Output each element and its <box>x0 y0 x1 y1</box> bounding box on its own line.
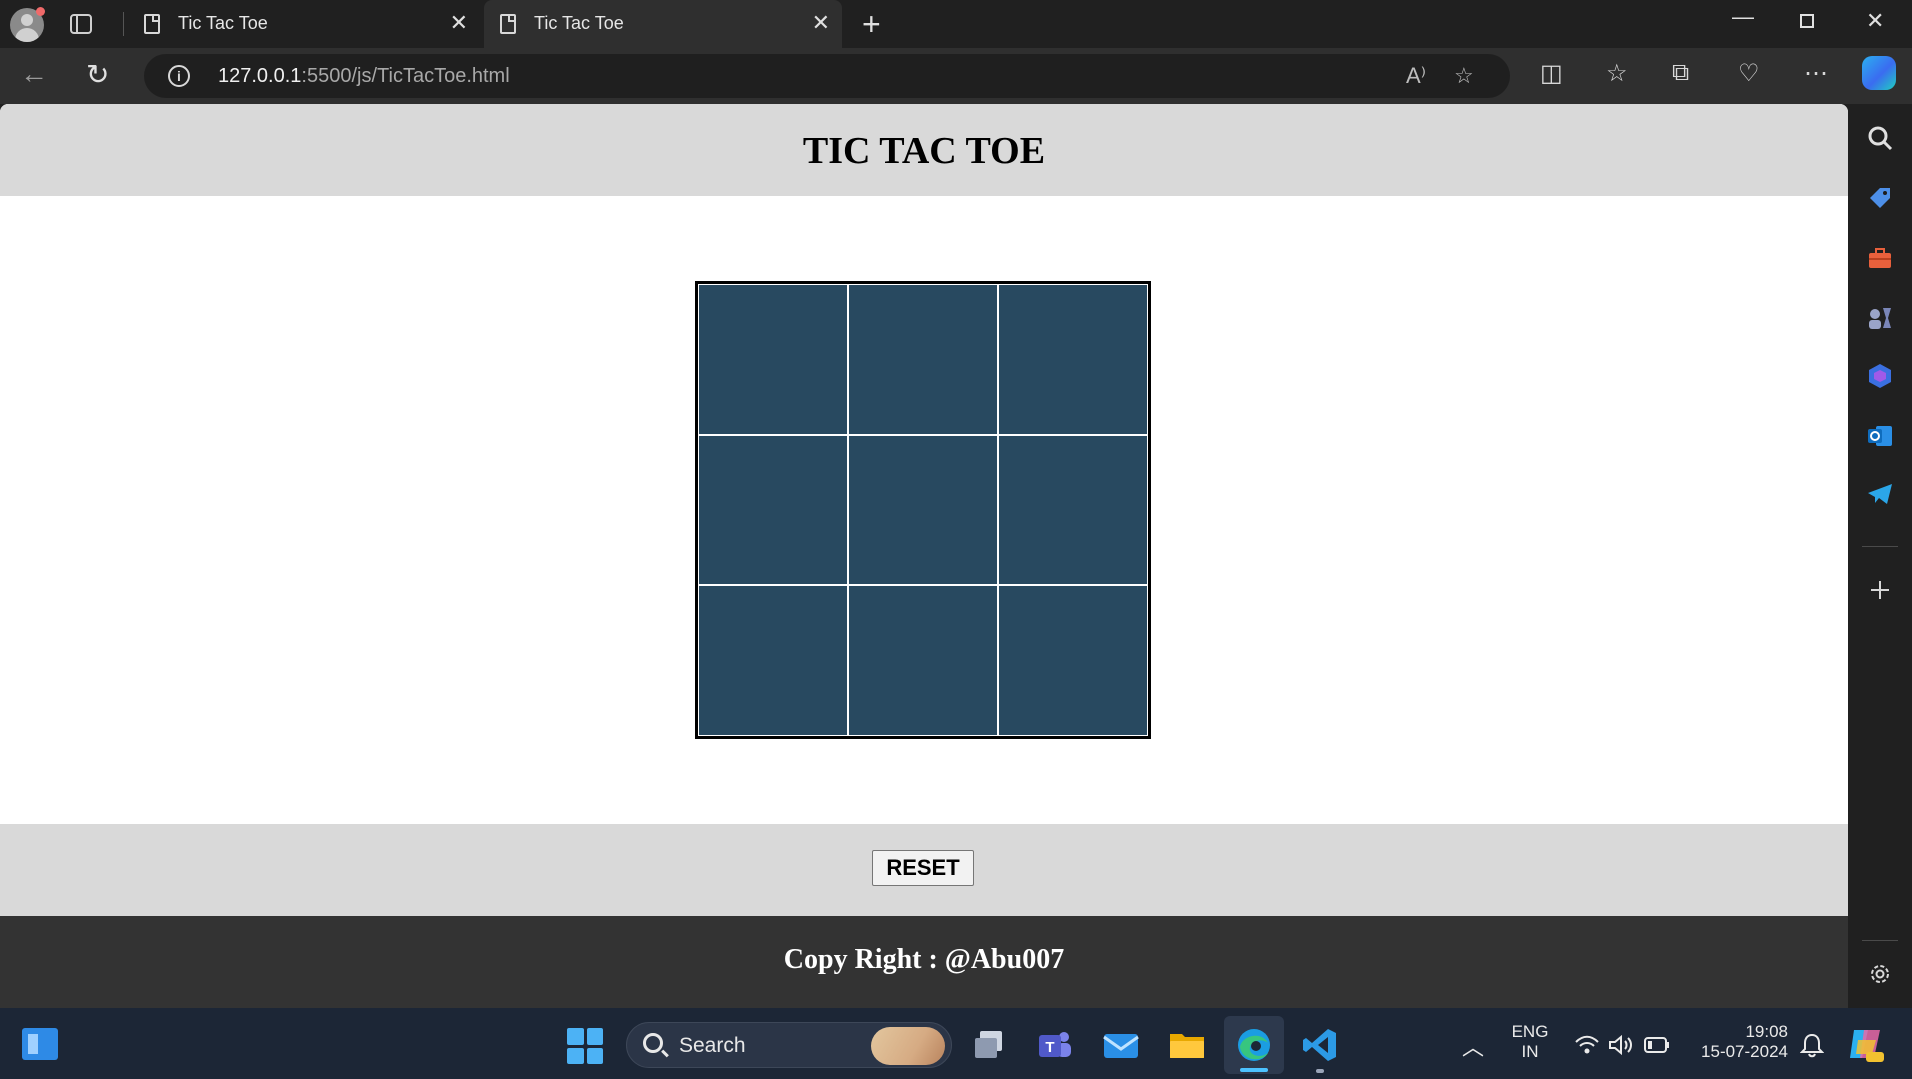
browser-tab-strip: Tic Tac Toe ✕ Tic Tac Toe ✕ + — ✕ <box>0 0 1912 48</box>
page-document-icon <box>144 14 160 34</box>
tab-actions-icon[interactable] <box>70 14 92 34</box>
tab-title: Tic Tac Toe <box>534 13 624 33</box>
teams-icon[interactable]: T <box>1035 1025 1075 1065</box>
mail-icon[interactable] <box>1101 1025 1141 1065</box>
volume-icon[interactable] <box>1608 1034 1634 1056</box>
search-label: Search <box>679 1034 746 1057</box>
start-button-windows-icon[interactable] <box>567 1028 603 1064</box>
browser-toolbar: ← ↻ i 127.0.0.1:5500/js/TicTacToe.html A… <box>0 48 1912 104</box>
clock-time: 19:08 <box>1745 1022 1788 1041</box>
page-header: TIC TAC TOE <box>0 104 1848 196</box>
profile-notification-dot <box>36 7 45 16</box>
tools-icon[interactable] <box>1866 244 1894 272</box>
tab-tic-tac-toe-2-active[interactable]: Tic Tac Toe ✕ <box>484 0 842 48</box>
sidebar-divider <box>1862 940 1898 941</box>
windows-taskbar: Search T ︿ ENG IN 19:08 15-07-2024 <box>0 1008 1912 1079</box>
language-code: ENG <box>1511 1022 1549 1041</box>
web-page: TIC TAC TOE RESET Copy Right : @Abu007 <box>0 104 1848 1008</box>
microsoft-365-icon[interactable] <box>1866 362 1894 390</box>
favorite-star-icon[interactable]: ☆ <box>1454 63 1474 89</box>
browser-essentials-icon[interactable]: ♡ <box>1738 59 1760 88</box>
tab-tic-tac-toe-1[interactable]: Tic Tac Toe ✕ <box>128 0 480 48</box>
running-app-indicator <box>1316 1069 1324 1073</box>
edge-browser-icon[interactable] <box>1234 1025 1274 1065</box>
settings-icon[interactable] <box>1866 960 1894 988</box>
tab-title: Tic Tac Toe <box>178 13 268 33</box>
reset-button[interactable]: RESET <box>872 850 974 886</box>
tab-close-icon[interactable]: ✕ <box>812 10 830 36</box>
search-icon[interactable] <box>1866 124 1894 152</box>
game-board <box>695 281 1151 739</box>
copilot-pre-icon[interactable] <box>1846 1024 1886 1064</box>
split-screen-icon[interactable]: ◫ <box>1540 59 1563 88</box>
board-cell-1[interactable] <box>699 285 847 434</box>
site-info-icon[interactable]: i <box>168 65 190 87</box>
board-cell-8[interactable] <box>849 586 997 735</box>
copilot-icon[interactable] <box>1862 56 1896 90</box>
window-close-button[interactable]: ✕ <box>1866 8 1884 34</box>
favorites-icon[interactable]: ☆ <box>1606 59 1628 88</box>
board-cell-2[interactable] <box>849 285 997 434</box>
search-highlight-art <box>871 1027 945 1065</box>
file-explorer-icon[interactable] <box>1167 1025 1207 1065</box>
notification-bell-icon[interactable] <box>1800 1032 1824 1058</box>
window-minimize-button[interactable]: — <box>1732 4 1754 30</box>
clock[interactable]: 19:08 15-07-2024 <box>1690 1022 1788 1062</box>
games-icon[interactable] <box>1866 304 1894 332</box>
board-cell-4[interactable] <box>699 435 847 585</box>
board-cell-5[interactable] <box>849 435 997 585</box>
board-cell-3[interactable] <box>999 285 1147 434</box>
widgets-icon[interactable] <box>22 1028 58 1060</box>
url-host: 127.0.0.1 <box>218 65 302 87</box>
board-cell-9[interactable] <box>999 586 1147 735</box>
page-title: TIC TAC TOE <box>802 130 1046 172</box>
read-aloud-icon[interactable]: A⁾ <box>1406 63 1426 89</box>
language-indicator[interactable]: ENG IN <box>1510 1022 1550 1062</box>
vscode-icon[interactable] <box>1300 1025 1340 1065</box>
add-icon[interactable] <box>1866 576 1894 604</box>
reload-icon[interactable]: ↻ <box>86 58 109 91</box>
outlook-icon[interactable] <box>1866 422 1894 450</box>
reset-bar: RESET <box>0 824 1848 916</box>
copyright-text: Copy Right : @Abu007 <box>783 944 1065 975</box>
task-view-icon[interactable] <box>970 1025 1010 1065</box>
shopping-tag-icon[interactable] <box>1866 184 1894 212</box>
show-hidden-icons-chevron-icon[interactable]: ︿ <box>1462 1030 1484 1062</box>
page-footer: Copy Right : @Abu007 <box>0 916 1848 1008</box>
sidebar-divider <box>1862 546 1898 547</box>
clock-date: 15-07-2024 <box>1701 1042 1788 1061</box>
active-app-indicator <box>1240 1068 1268 1072</box>
tab-divider <box>123 12 124 36</box>
more-icon[interactable]: ⋯ <box>1804 59 1828 88</box>
url-text[interactable]: 127.0.0.1:5500/js/TicTacToe.html <box>218 65 510 88</box>
collections-icon[interactable]: ⧉ <box>1672 59 1689 87</box>
svg-text:T: T <box>1045 1039 1054 1056</box>
board-cell-7[interactable] <box>699 586 847 735</box>
battery-icon[interactable] <box>1644 1036 1670 1054</box>
new-tab-button[interactable]: + <box>862 6 881 43</box>
taskbar-search-box[interactable]: Search <box>626 1022 952 1068</box>
window-restore-button[interactable] <box>1800 14 1814 28</box>
page-document-icon <box>500 14 516 34</box>
url-path: :5500/js/TicTacToe.html <box>301 65 510 87</box>
board-cell-6[interactable] <box>999 435 1147 585</box>
edge-sidebar <box>1848 104 1912 1008</box>
search-icon <box>643 1033 663 1053</box>
wifi-icon[interactable] <box>1574 1034 1600 1056</box>
tab-close-icon[interactable]: ✕ <box>450 10 468 36</box>
address-bar[interactable]: i 127.0.0.1:5500/js/TicTacToe.html A⁾ ☆ <box>144 54 1510 98</box>
region-code: IN <box>1521 1042 1539 1061</box>
telegram-icon[interactable] <box>1866 480 1894 508</box>
back-arrow-icon[interactable]: ← <box>20 58 48 90</box>
